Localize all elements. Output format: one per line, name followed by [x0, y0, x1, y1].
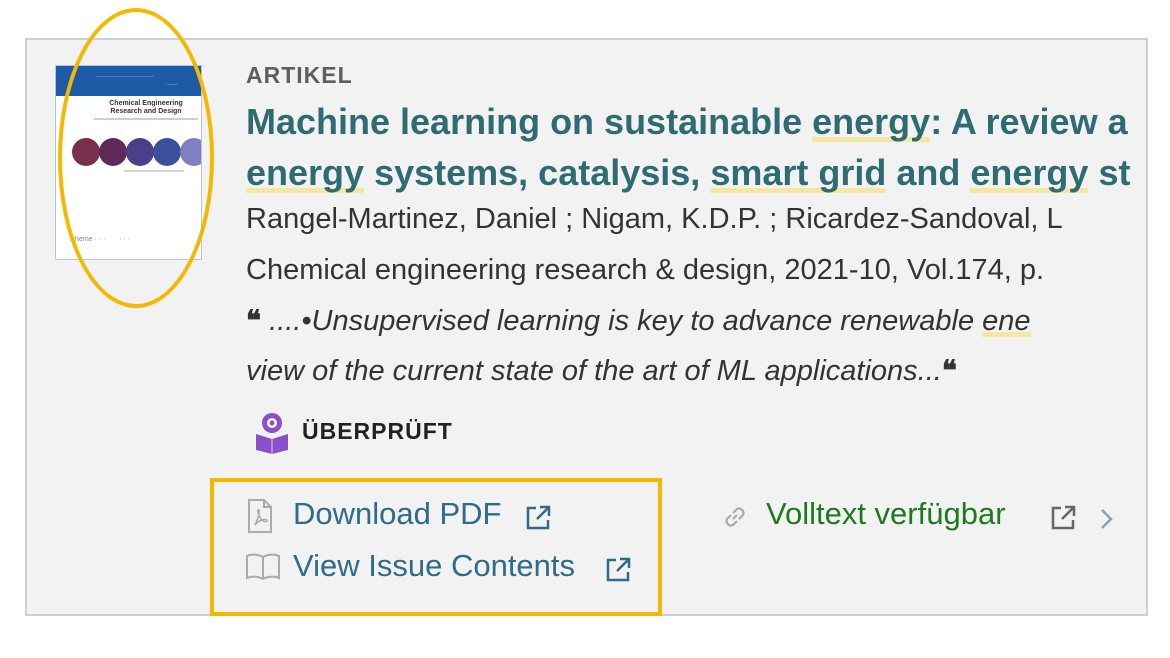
pdf-file-icon — [248, 499, 272, 533]
external-link-icon — [526, 505, 551, 530]
link-chain-icon — [725, 507, 745, 527]
quote-close-icon: ❝ — [941, 355, 957, 386]
peer-reviewed-label: ÜBERPRÜFT — [302, 418, 453, 444]
chevron-right-icon[interactable] — [1097, 506, 1117, 532]
peer-reviewed-icon — [256, 413, 288, 454]
result-source: Chemical engineering research & design, … — [246, 254, 1045, 286]
result-title-link[interactable]: Machine learning on sustainable energy: … — [246, 96, 1130, 198]
result-authors: Rangel-Martinez, Daniel ; Nigam, K.D.P. … — [246, 203, 1063, 235]
quote-open-icon: ❝ — [246, 305, 262, 336]
snippet-line-2: view of the current state of the art of … — [246, 355, 957, 387]
book-icon — [246, 553, 280, 581]
resource-type-label: ARTIKEL — [246, 62, 353, 88]
download-pdf-link[interactable]: Download PDF — [293, 496, 501, 532]
external-link-icon — [606, 557, 631, 582]
fulltext-available-link[interactable]: Volltext verfügbar — [766, 496, 1006, 532]
view-issue-contents-link[interactable]: View Issue Contents — [293, 548, 575, 584]
snippet-line-1: ❝ ....•Unsupervised learning is key to a… — [246, 305, 1031, 337]
thumbnail-highlight-oval — [58, 8, 214, 308]
external-link-icon — [1051, 505, 1076, 530]
